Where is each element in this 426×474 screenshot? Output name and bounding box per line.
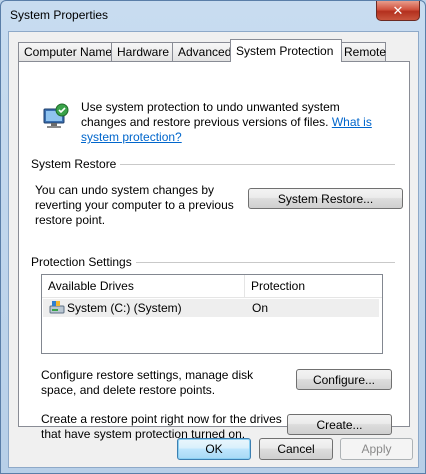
tab-computer-name[interactable]: Computer Name [18, 42, 112, 61]
protection-settings-group-label: Protection Settings [31, 255, 136, 269]
dialog-client-area: Computer Name Hardware Advanced System P… [8, 31, 419, 468]
create-button[interactable]: Create... [287, 414, 392, 435]
system-properties-window: System Properties ✕ Computer Name Hardwa… [0, 0, 426, 474]
tab-system-protection[interactable]: System Protection [230, 39, 342, 62]
ok-button[interactable]: OK [177, 438, 251, 460]
intro-text: Use system protection to undo unwanted s… [81, 100, 386, 145]
system-restore-description: You can undo system changes by reverting… [35, 183, 234, 227]
drive-icon [49, 301, 65, 314]
system-restore-group-label: System Restore [31, 157, 121, 171]
column-protection[interactable]: Protection [245, 275, 382, 297]
intro-description: Use system protection to undo unwanted s… [81, 100, 340, 129]
available-drives-list[interactable]: Available Drives Protection System (C:) … [41, 274, 383, 354]
close-icon: ✕ [392, 2, 404, 18]
tab-advanced[interactable]: Advanced [172, 42, 235, 61]
cancel-button[interactable]: Cancel [259, 438, 333, 460]
system-restore-button[interactable]: System Restore... [248, 188, 403, 209]
window-title: System Properties [10, 8, 109, 22]
system-protection-panel: Use system protection to undo unwanted s… [18, 61, 410, 441]
configure-description: Configure restore settings, manage disk … [41, 368, 254, 397]
table-row[interactable]: System (C:) (System) On [43, 299, 379, 317]
tab-remote[interactable]: Remote [338, 42, 386, 61]
tab-hardware[interactable]: Hardware [111, 42, 173, 61]
system-protection-icon [43, 103, 69, 128]
title-bar[interactable]: System Properties ✕ [1, 1, 425, 29]
drive-name: System (C:) (System) [67, 301, 182, 315]
configure-button[interactable]: Configure... [296, 369, 392, 390]
close-button[interactable]: ✕ [376, 1, 420, 21]
column-available-drives[interactable]: Available Drives [42, 275, 244, 297]
drive-protection-status: On [252, 301, 269, 315]
apply-button[interactable]: Apply [340, 438, 413, 460]
list-header: Available Drives Protection [42, 275, 382, 298]
